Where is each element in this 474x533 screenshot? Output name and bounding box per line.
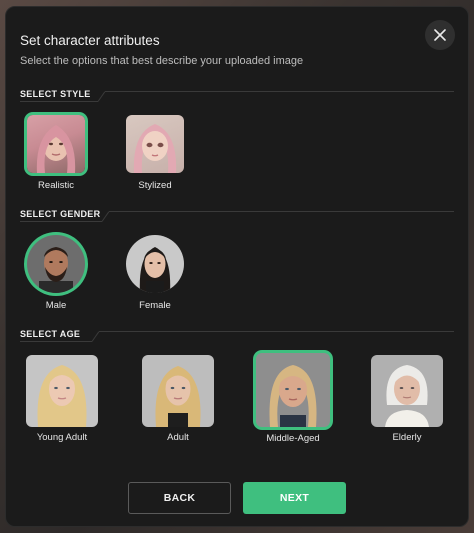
option-label: Young Adult <box>36 432 88 443</box>
stylized-thumbnail <box>126 115 184 173</box>
section-divider <box>109 211 454 212</box>
section-divider <box>105 91 454 92</box>
section-divider-slant <box>101 211 110 222</box>
close-button[interactable] <box>425 20 455 50</box>
character-attributes-dialog: Set character attributes Select the opti… <box>5 6 469 527</box>
gender-option-male[interactable]: Male <box>26 235 86 311</box>
style-option-realistic[interactable]: Realistic <box>26 115 86 191</box>
gender-option-female[interactable]: Female <box>125 235 185 311</box>
section-divider-slant <box>91 331 100 342</box>
option-label: Stylized <box>138 180 172 191</box>
option-label: Elderly <box>392 432 422 443</box>
age-option-middle-aged[interactable]: Middle-Aged <box>255 353 331 444</box>
dialog-subtitle: Select the options that best describe yo… <box>20 55 304 67</box>
realistic-thumbnail <box>27 115 85 173</box>
age-option-adult[interactable]: Adult <box>141 355 215 443</box>
close-icon <box>434 29 446 41</box>
option-label: Adult <box>167 432 189 443</box>
section-divider-slant <box>97 91 106 102</box>
male-thumbnail <box>27 235 85 293</box>
young-adult-thumbnail <box>26 355 98 427</box>
dialog-title: Set character attributes <box>20 33 160 48</box>
next-button[interactable]: NEXT <box>243 482 346 514</box>
section-underline <box>20 101 98 102</box>
section-label-age: SELECT AGE <box>20 329 81 339</box>
age-option-young-adult[interactable]: Young Adult <box>24 355 100 443</box>
option-label: Middle-Aged <box>266 433 320 444</box>
middle-aged-thumbnail <box>256 353 330 427</box>
section-label-style: SELECT STYLE <box>20 89 91 99</box>
style-option-stylized[interactable]: Stylized <box>125 115 185 191</box>
female-thumbnail <box>126 235 184 293</box>
option-label: Realistic <box>38 180 74 191</box>
section-underline <box>20 221 102 222</box>
adult-thumbnail <box>142 355 214 427</box>
option-label: Male <box>45 300 67 311</box>
elderly-thumbnail <box>371 355 443 427</box>
age-option-elderly[interactable]: Elderly <box>370 355 444 443</box>
section-underline <box>20 341 92 342</box>
section-divider <box>99 331 454 332</box>
section-label-gender: SELECT GENDER <box>20 209 101 219</box>
back-button[interactable]: BACK <box>128 482 231 514</box>
option-label: Female <box>139 300 171 311</box>
